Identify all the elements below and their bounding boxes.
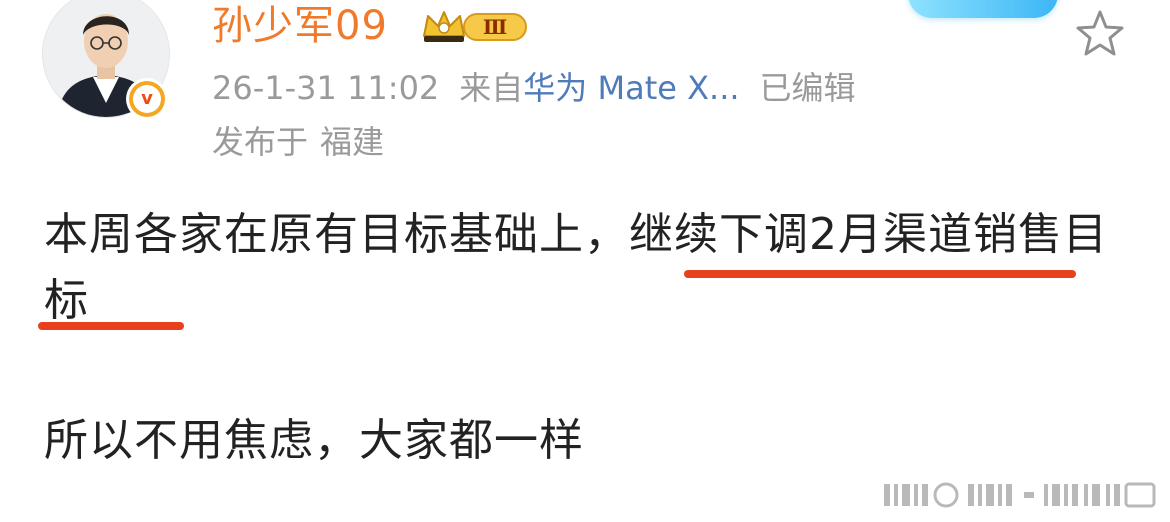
vip-level-text: Ⅲ: [483, 15, 507, 39]
highlight-underline: [684, 270, 1076, 278]
post-location: 发布于 福建: [212, 120, 384, 164]
source-device-link[interactable]: 华为 Mate X...: [523, 69, 739, 107]
post-paragraph-2: 所以不用焦虑，大家都一样: [44, 415, 584, 466]
vip-badge[interactable]: Ⅲ: [418, 6, 534, 46]
source-label: 来自: [459, 69, 524, 107]
verified-symbol: v: [133, 85, 161, 113]
username[interactable]: 孙少军09: [212, 2, 388, 50]
star-icon[interactable]: [1074, 8, 1126, 60]
top-banner: [908, 0, 1058, 18]
location-label: 发布于: [212, 123, 309, 161]
watermark: [884, 482, 1156, 508]
highlight-underline: [38, 322, 184, 330]
post-content: 本周各家在原有目标基础上，继续下调2月渠道销售目标 所以不用焦虑，大家都一样: [44, 202, 1134, 474]
edited-label[interactable]: 已编辑: [760, 69, 856, 107]
verified-icon: v: [126, 78, 168, 120]
crown-icon: [423, 11, 465, 42]
paragraph-1-plain: 本周各家在原有目标基础上，: [44, 209, 629, 260]
post-meta: 26-1-31 11:02 来自华为 Mate X... 已编辑: [212, 66, 856, 110]
location-place: 福建: [320, 123, 385, 161]
post-timestamp: 26-1-31 11:02: [212, 69, 440, 107]
post-paragraph-1: 本周各家在原有目标基础上，继续下调2月渠道销售目标: [44, 202, 1134, 334]
